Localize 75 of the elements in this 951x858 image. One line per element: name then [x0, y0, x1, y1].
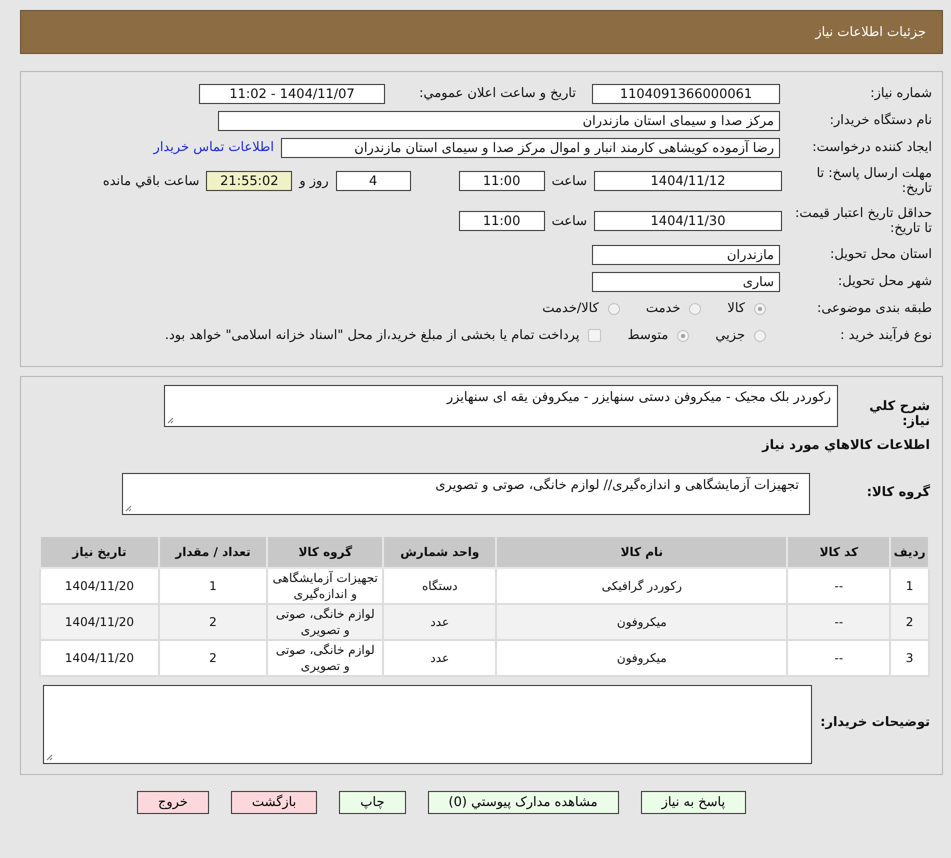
days-label: روز و	[299, 174, 329, 188]
date-field: 1404/11/12	[594, 171, 782, 191]
action-button[interactable]: پاسخ به نیاز	[640, 791, 746, 814]
column-header: تعداد / مقدار	[158, 536, 268, 568]
time-field: 11:00	[458, 171, 545, 191]
field-label: ايجاد کننده درخواست:	[811, 140, 933, 155]
action-button[interactable]: بازگشت	[230, 791, 318, 814]
resize-grip-icon	[125, 505, 132, 512]
radio-button[interactable]	[754, 330, 766, 342]
time-label: ساعت	[552, 214, 587, 228]
action-button[interactable]: چاپ	[339, 791, 406, 814]
column-header: تاریخ نیاز	[40, 536, 159, 568]
contact-link[interactable]: اطلاعات تماس خريدار	[154, 140, 274, 155]
table-cell: 2	[890, 604, 929, 640]
table-cell: عدد	[383, 640, 496, 676]
radio-label: خدمت	[646, 301, 680, 316]
radio-label: کالا/خدمت	[542, 301, 599, 316]
section-title: اطلاعات كالاهاي مورد نياز	[760, 437, 930, 455]
radio-label: جزيي	[715, 328, 745, 343]
table-cell: عدد	[383, 604, 496, 640]
date-field: 1404/11/30	[594, 211, 782, 231]
remaining-label: ساعت باقي مانده	[102, 174, 200, 188]
field-label: نوع فرآیند خرید :	[839, 328, 933, 343]
field-label: تاریخ و ساعت اعلان عمومي:	[418, 86, 576, 101]
province-field: مازندران	[592, 244, 780, 264]
radio-label: کالا	[727, 301, 745, 316]
time-label: ساعت	[552, 174, 587, 188]
field-label: شماره نیاز:	[869, 86, 933, 101]
days-field: 4	[336, 171, 411, 191]
table-cell: 2	[158, 640, 268, 676]
resize-grip-icon	[167, 417, 174, 424]
column-header: نام کالا	[496, 536, 788, 568]
table-cell: لوازم خانگی، صوتی و تصویری	[267, 640, 384, 676]
table-cell: --	[787, 604, 890, 640]
table-cell: 1404/11/20	[40, 640, 159, 676]
field-label: نام دستگاه خريدار:	[828, 113, 933, 128]
checkbox-label: پرداخت تمام یا بخشی از مبلغ خرید،از محل "اسناد خزانه اسلامی" خواهد بود.	[164, 328, 580, 343]
column-header: رديف	[890, 536, 929, 568]
radio-button[interactable]	[754, 302, 766, 314]
column-header: گروه کالا	[267, 536, 384, 568]
field-label: توضيحات خريدار:	[819, 714, 930, 730]
page-title: جزئیات اطلاعات نیاز	[815, 24, 926, 40]
field-label: مهلت ارسال پاسخ: تا تاریخ:	[816, 166, 933, 196]
table-cell: --	[787, 640, 890, 676]
table-cell: 1404/11/20	[40, 604, 159, 640]
checkbox[interactable]	[588, 329, 602, 342]
goods-group-field: تجهیزات آزمایشگاهی و اندازه‌گیری// لوازم خانگی، صوتی و تصویری	[122, 473, 810, 515]
radio-button[interactable]	[608, 302, 620, 314]
summary-field: رکوردر بلک مجیک - میکروفن دستی سنهایزر - میکروفن یقه ای سنهایزر	[164, 385, 838, 427]
radio-label: متوسط	[627, 328, 668, 343]
action-button[interactable]: مشاهده مدارک پیوستي (0)	[428, 791, 619, 814]
field-label: حداقل تاریخ اعتبار قیمت: تا تاریخ:	[794, 206, 933, 236]
announce-date-field: 1404/11/07 - 11:02	[199, 84, 385, 104]
field-label: استان محل تحويل:	[829, 247, 933, 262]
table-cell: میکروفون	[496, 640, 788, 676]
table-cell: میکروفون	[496, 604, 788, 640]
field-label: شهر محل تحويل:	[836, 274, 933, 289]
field-label: شرح كلي نياز:	[868, 398, 930, 429]
remaining-time-field: 21:55:02	[206, 171, 292, 191]
city-field: ساری	[592, 272, 780, 292]
resize-grip-icon	[46, 754, 53, 761]
radio-button[interactable]	[677, 330, 690, 342]
buyer-org-field: مرکز صدا و سیمای استان مازندران	[218, 110, 780, 130]
field-label: گروه کالا:	[866, 483, 930, 500]
table-cell: 3	[890, 640, 929, 676]
column-header: واحد شمارش	[383, 536, 496, 568]
requester-field: رضا آزموده کویشاهی کارمند انبار و اموال مرکز صدا و سیمای استان مازندران	[281, 138, 780, 158]
need-number-field: 1104091366000061	[592, 84, 780, 104]
table-cell: 2	[158, 604, 268, 640]
table-cell: لوازم خانگی، صوتی و تصویری	[267, 604, 384, 640]
radio-button[interactable]	[689, 302, 702, 314]
column-header: کد کالا	[787, 536, 890, 568]
time-field: 11:00	[458, 211, 545, 231]
field-label: طبقه بندی موضوعی:	[816, 301, 933, 316]
action-button[interactable]: خروج	[136, 791, 209, 814]
